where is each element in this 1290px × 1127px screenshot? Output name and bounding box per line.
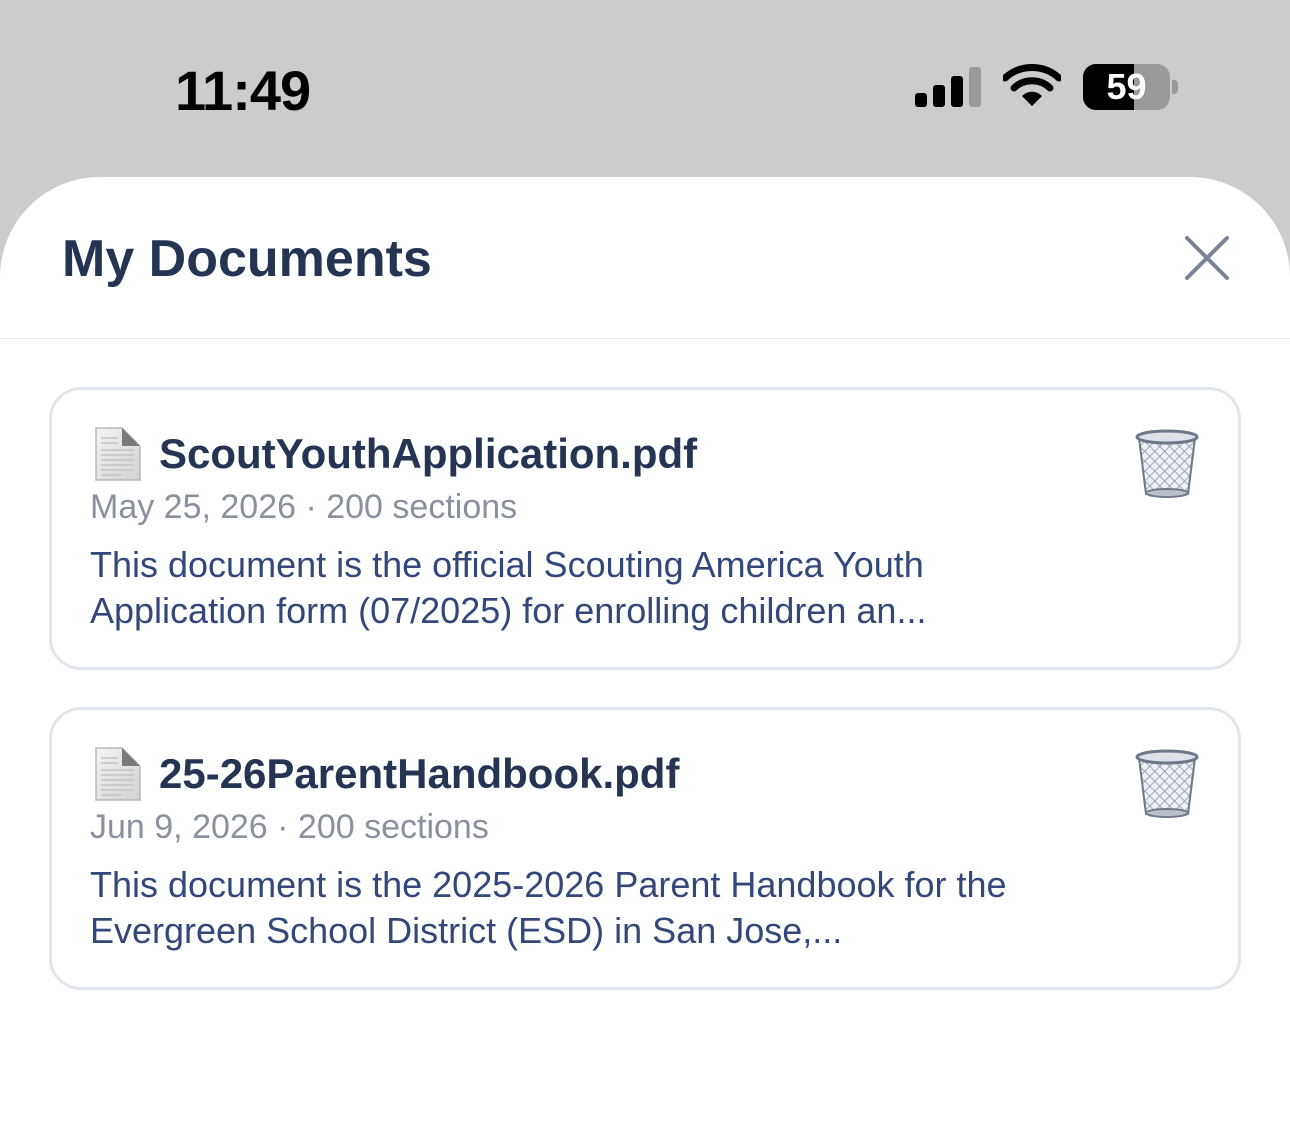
close-button[interactable] (1176, 227, 1238, 289)
delete-document-button[interactable] (1130, 426, 1204, 500)
close-icon (1185, 236, 1229, 280)
document-icon (95, 427, 141, 481)
document-card[interactable]: ScoutYouthApplication.pdf May 25, 2026 ·… (49, 387, 1241, 670)
sheet-header: My Documents (0, 177, 1290, 339)
document-card[interactable]: 25-26ParentHandbook.pdf Jun 9, 2026 · 20… (49, 707, 1241, 990)
document-title: 25-26ParentHandbook.pdf (159, 750, 680, 797)
wifi-icon (1003, 64, 1061, 106)
document-meta: Jun 9, 2026 · 200 sections (90, 808, 489, 846)
document-meta: May 25, 2026 · 200 sections (90, 488, 518, 526)
status-bar: 11:49 59 (0, 0, 1290, 177)
cellular-signal-icon (915, 67, 981, 107)
trash-icon (1135, 429, 1199, 498)
battery-body: 59 (1083, 64, 1170, 110)
sheet-title: My Documents (62, 230, 432, 288)
document-title: ScoutYouthApplication.pdf (159, 430, 698, 477)
battery-cap (1172, 80, 1178, 94)
documents-sheet: My Documents ScoutYouthApplication.pdf M… (0, 177, 1290, 1127)
document-summary: This document is the official Scouting A… (90, 544, 927, 631)
battery-icon: 59 (1083, 64, 1179, 110)
document-list: ScoutYouthApplication.pdf May 25, 2026 ·… (49, 387, 1241, 1027)
trash-icon (1135, 749, 1199, 818)
document-summary: This document is the 2025-2026 Parent Ha… (90, 864, 1007, 951)
delete-document-button[interactable] (1130, 746, 1204, 820)
document-icon (95, 747, 141, 801)
battery-percentage: 59 (1106, 66, 1147, 107)
status-time: 11:49 (175, 59, 311, 122)
